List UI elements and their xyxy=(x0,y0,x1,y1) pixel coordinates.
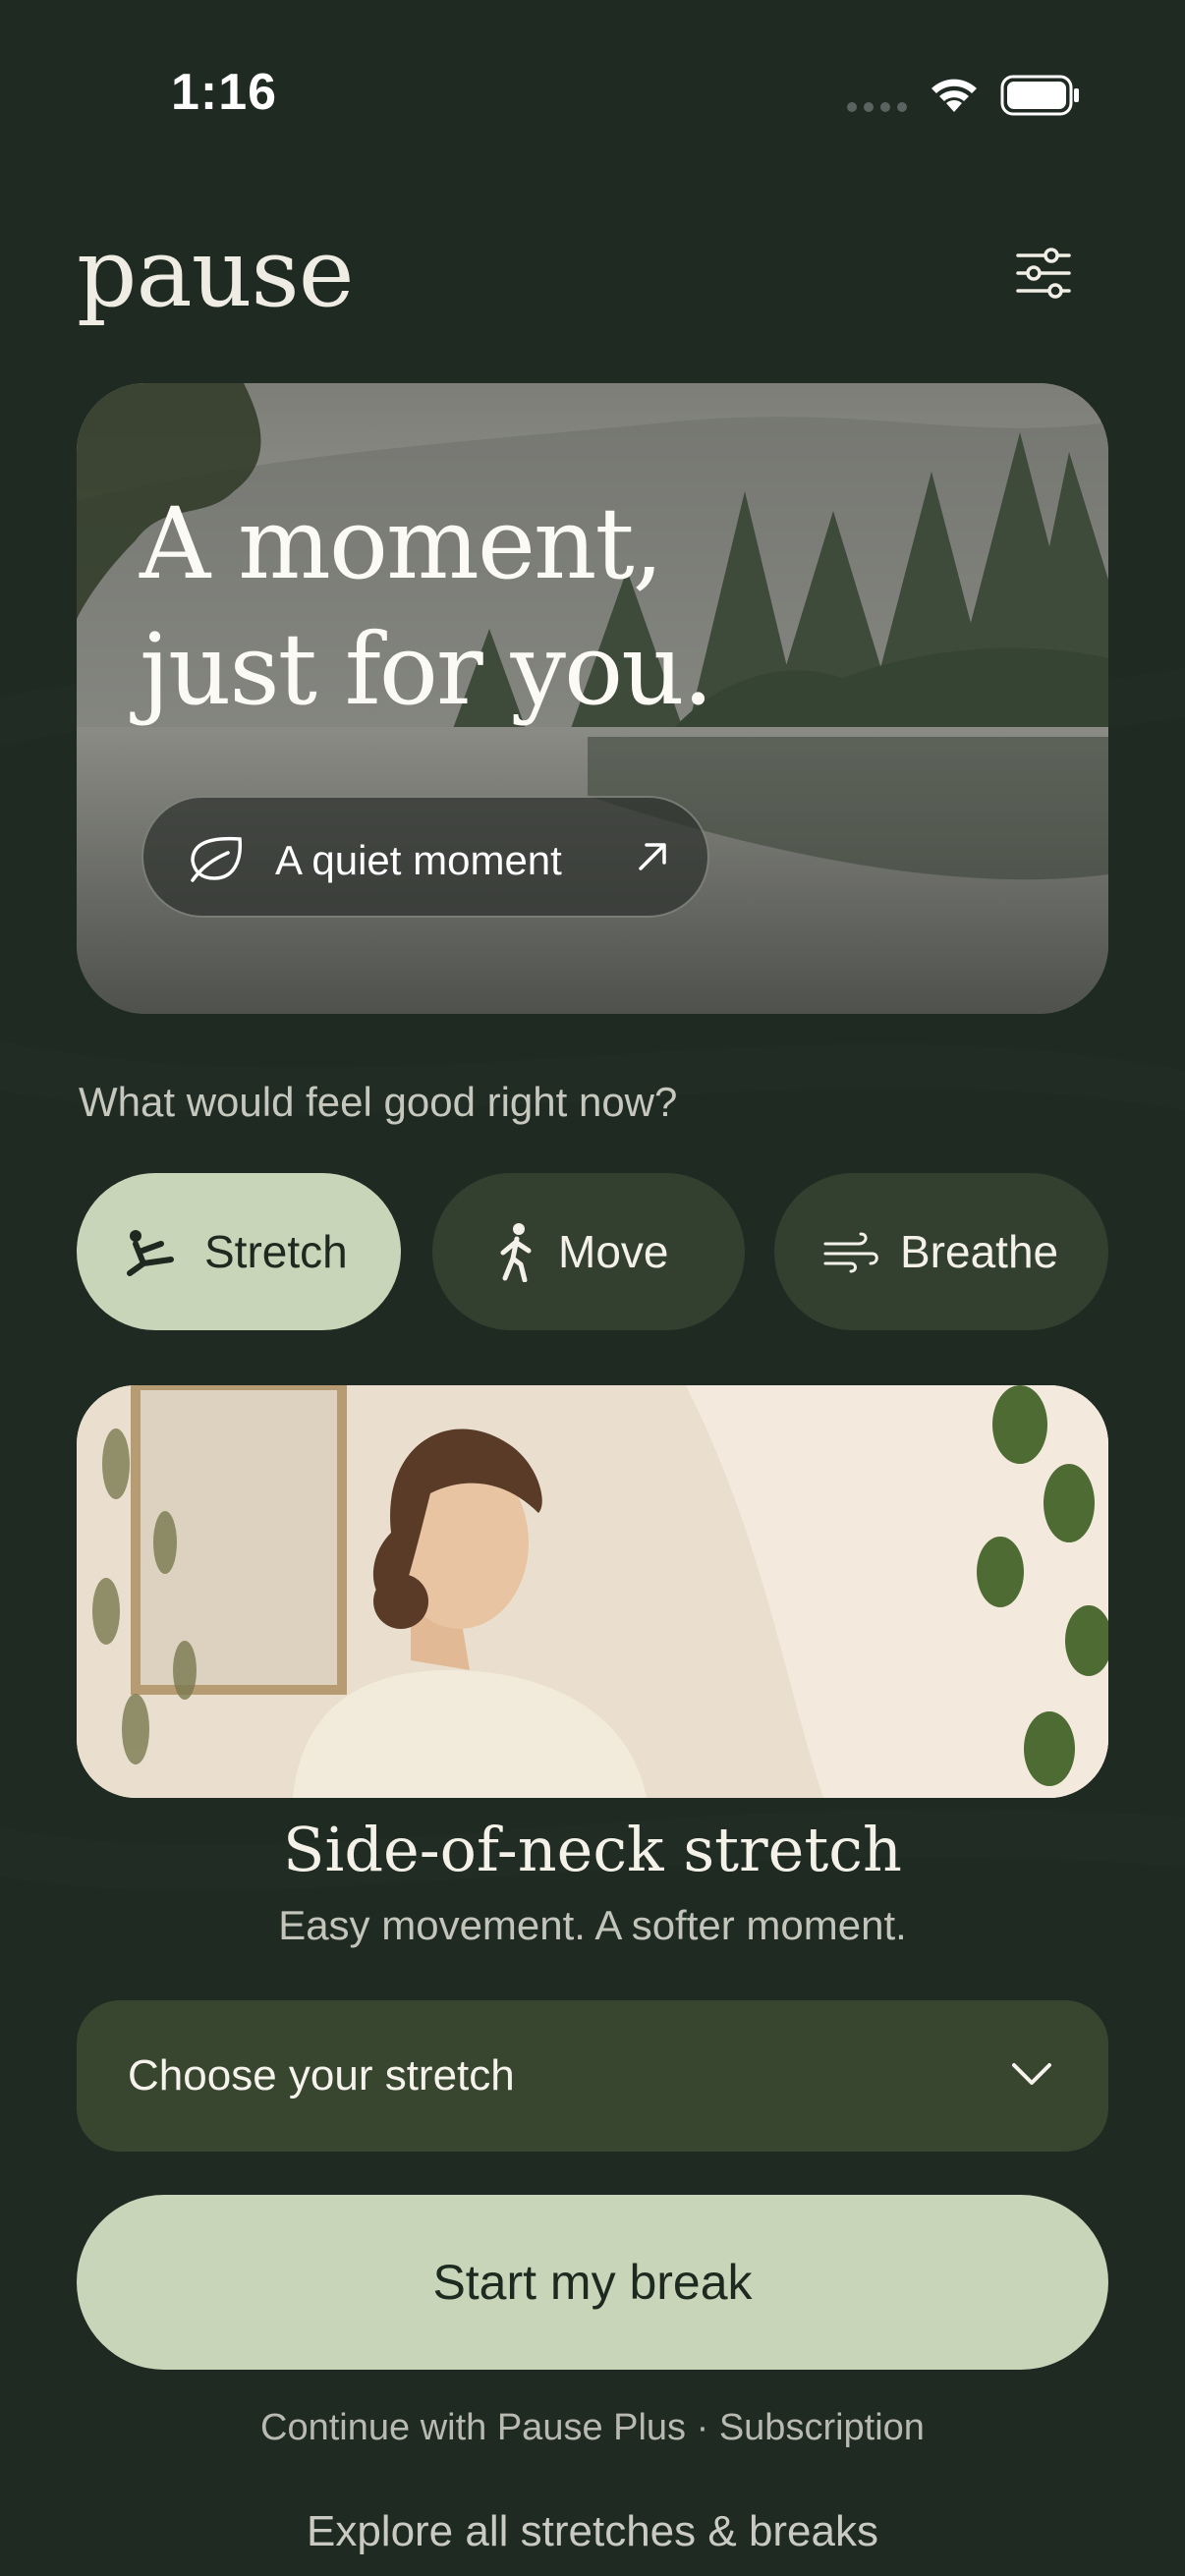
wifi-icon xyxy=(931,79,977,112)
quiet-moment-label: A quiet moment xyxy=(275,837,562,883)
category-stretch-label: Stretch xyxy=(204,1226,348,1277)
card-title: Side-of-neck stretch xyxy=(283,1814,902,1885)
sliders-icon xyxy=(1016,248,1071,299)
wind-icon xyxy=(823,1232,878,1273)
category-breathe[interactable]: Breathe xyxy=(774,1173,1108,1330)
settings-button[interactable] xyxy=(1004,234,1083,312)
card-subtitle: Easy movement. A softer moment. xyxy=(278,1902,907,1948)
arrow-up-right-icon xyxy=(639,843,666,870)
category-stretch[interactable]: Stretch xyxy=(77,1173,401,1330)
dropdown-label: Choose your stretch xyxy=(128,2051,515,2100)
category-move[interactable]: Move xyxy=(432,1173,745,1330)
status-bar: 1:16 xyxy=(0,0,1185,196)
cellular-signal-icon xyxy=(847,102,907,112)
quiet-moment-button[interactable]: A quiet moment xyxy=(141,796,709,918)
hero-title-line2: just for you. xyxy=(140,612,713,727)
category-prompt: What would feel good right now? xyxy=(79,1079,678,1125)
hero-title: A moment, just for you. xyxy=(140,481,713,733)
category-breathe-label: Breathe xyxy=(900,1226,1059,1277)
pause-plus-link[interactable]: Continue with Pause Plus · Subscription xyxy=(0,2407,1185,2449)
status-time: 1:16 xyxy=(171,64,278,121)
stretch-icon xyxy=(127,1230,174,1276)
category-move-label: Move xyxy=(558,1226,669,1277)
walk-icon xyxy=(500,1223,532,1282)
battery-icon xyxy=(1000,75,1079,116)
chevron-down-icon xyxy=(1012,2063,1051,2085)
hero-title-line1: A moment, xyxy=(140,486,663,601)
app-logo: pause xyxy=(77,218,355,328)
hero-banner: A moment, just for you. A quiet moment xyxy=(77,383,1108,1014)
leaf-icon xyxy=(191,836,243,882)
choose-stretch-dropdown[interactable]: Choose your stretch xyxy=(77,2000,1108,2152)
explore-link[interactable]: Explore all stretches & breaks xyxy=(0,2507,1185,2556)
start-break-button[interactable]: Start my break xyxy=(77,2195,1108,2370)
stretch-card-image[interactable] xyxy=(77,1385,1108,1798)
woman-stretch-photo xyxy=(77,1385,1108,1798)
